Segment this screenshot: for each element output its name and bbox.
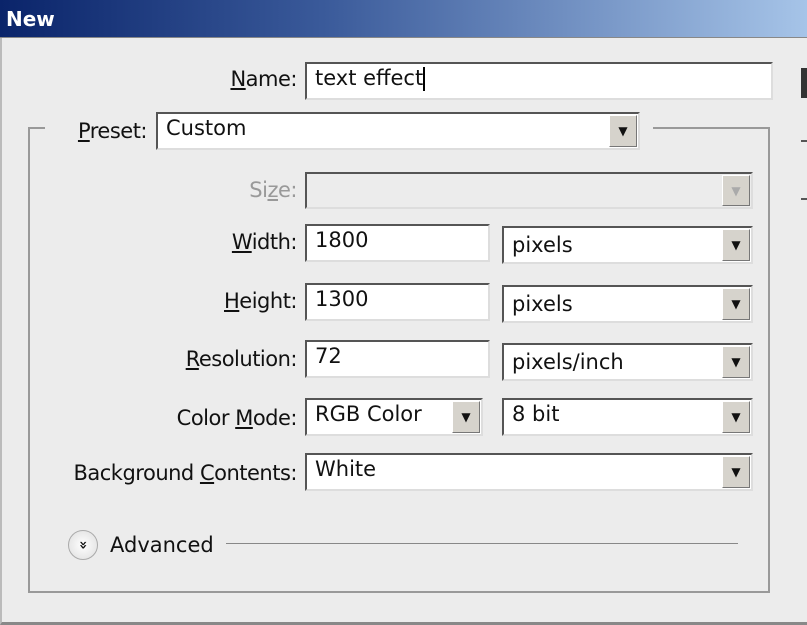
height-input[interactable]: 1300 — [305, 283, 490, 321]
bit-depth-select[interactable]: 8 bit ▼ — [502, 398, 753, 436]
color-mode-label: Color Mode: — [176, 406, 298, 430]
chevron-down-icon[interactable]: ▼ — [722, 346, 750, 378]
background-select[interactable]: White ▼ — [305, 453, 753, 491]
chevron-down-icon[interactable]: ▼ — [722, 229, 750, 261]
background-label: Background Contents: — [73, 461, 297, 485]
size-select[interactable]: ▼ — [305, 172, 753, 209]
size-label: Size: — [249, 178, 297, 202]
name-label: Name: — [230, 67, 297, 91]
ok-button-edge[interactable] — [801, 68, 807, 98]
height-unit-select[interactable]: pixels ▼ — [502, 285, 753, 323]
width-unit-select[interactable]: pixels ▼ — [502, 226, 753, 264]
color-mode-select[interactable]: RGB Color ▼ — [305, 398, 483, 436]
divider — [226, 543, 738, 544]
window-title: New — [6, 7, 55, 31]
resolution-unit-select[interactable]: pixels/inch ▼ — [502, 343, 753, 381]
title-bar: New — [0, 0, 807, 38]
height-label: Height: — [224, 289, 297, 313]
resolution-label: Resolution: — [185, 347, 298, 371]
advanced-toggle[interactable]: » Advanced — [68, 530, 214, 560]
chevron-down-icon[interactable]: ▼ — [722, 401, 750, 433]
name-input[interactable]: text effect — [305, 62, 773, 100]
preset-select[interactable]: Custom ▼ — [156, 112, 640, 150]
chevron-down-icon[interactable]: ▼ — [722, 288, 750, 320]
width-input[interactable]: 1800 — [305, 224, 490, 262]
chevron-down-icon[interactable]: ▼ — [722, 456, 750, 488]
chevron-down-icon[interactable]: ▼ — [722, 175, 750, 206]
width-label: Width: — [231, 230, 298, 254]
chevron-down-icon[interactable]: ▼ — [452, 401, 480, 433]
preset-label: Preset: — [77, 119, 148, 143]
advanced-label: Advanced — [110, 533, 214, 557]
button-edge[interactable] — [801, 198, 807, 200]
double-chevron-down-icon[interactable]: » — [68, 530, 98, 560]
button-edge[interactable] — [801, 140, 807, 142]
chevron-down-icon[interactable]: ▼ — [609, 115, 637, 147]
resolution-input[interactable]: 72 — [305, 340, 490, 378]
